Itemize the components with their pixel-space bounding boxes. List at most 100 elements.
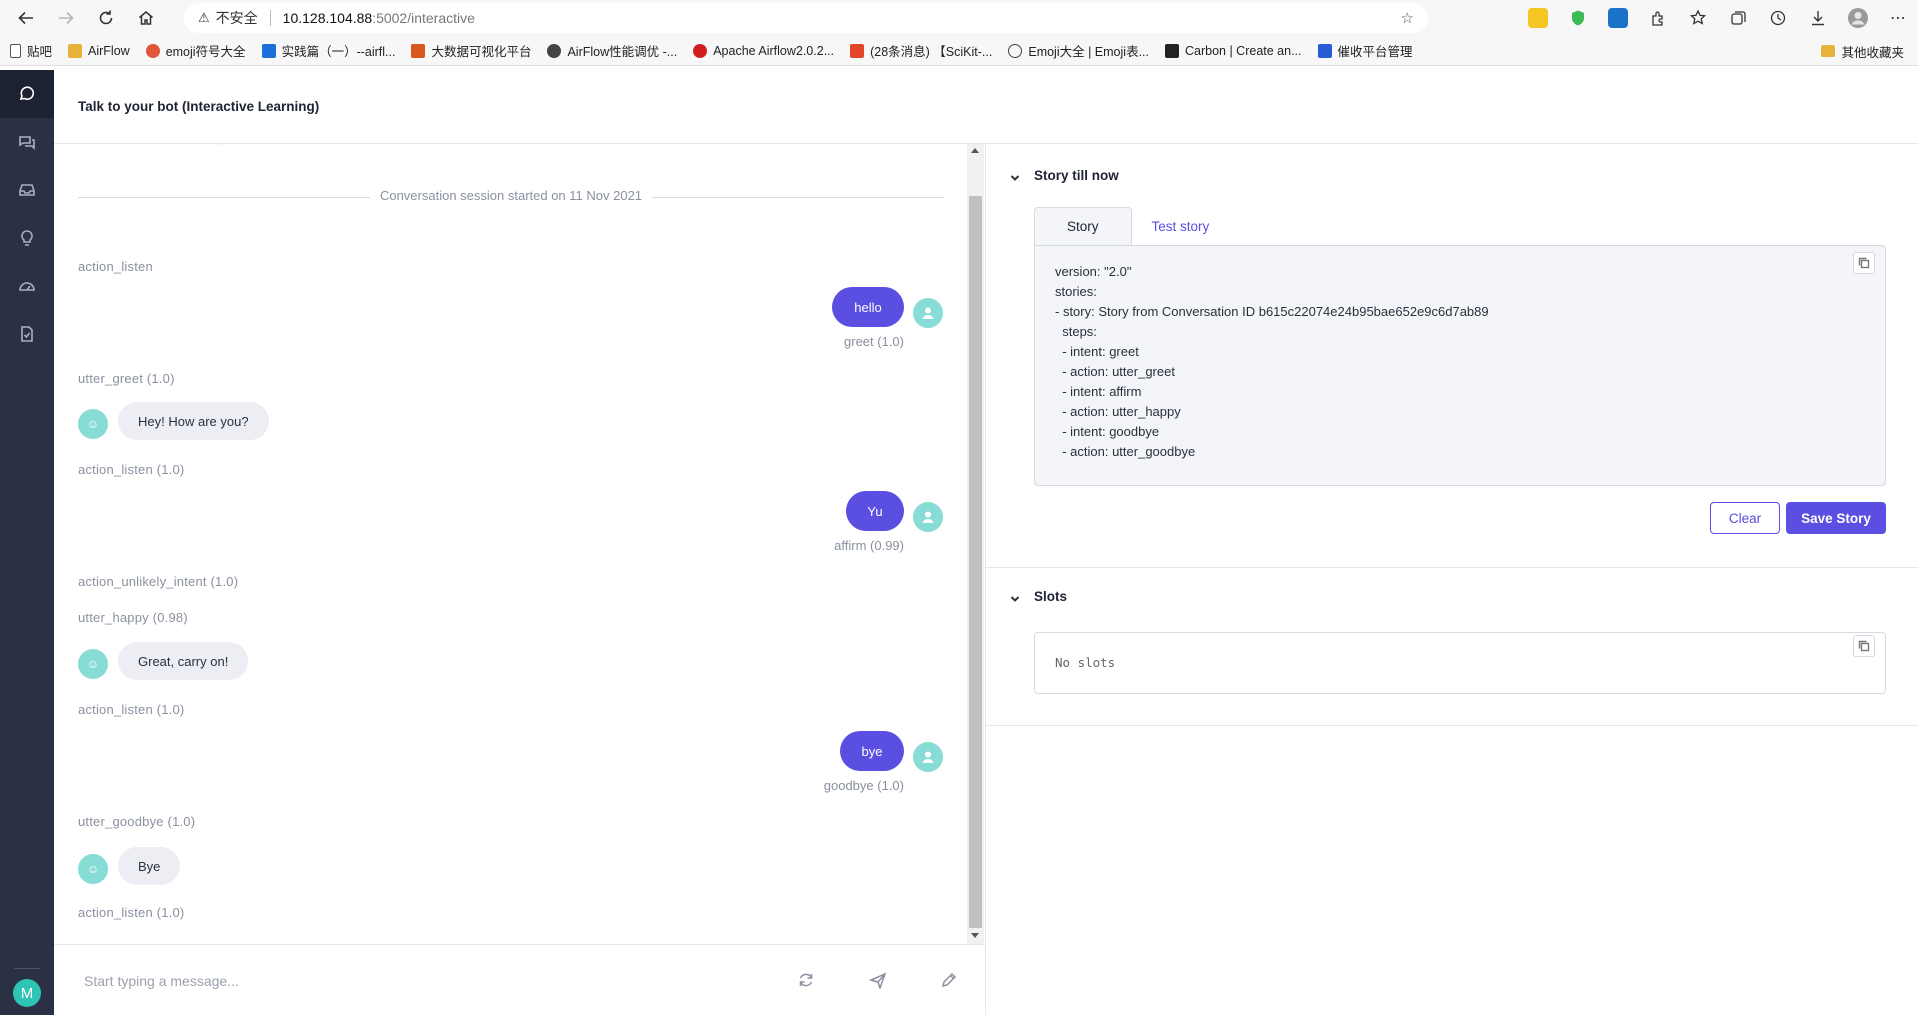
add-favorite-icon[interactable]: ☆ xyxy=(1401,9,1414,27)
copy-icon[interactable] xyxy=(1853,635,1875,657)
url-path: :5002/interactive xyxy=(372,10,475,26)
sidebar-item-tests[interactable] xyxy=(0,310,54,358)
bot-avatar-icon: ☺ xyxy=(78,854,108,884)
story-line: - story: Story from Conversation ID b615… xyxy=(1055,304,1489,319)
app-sidebar: M xyxy=(0,70,54,1015)
story-section-toggle[interactable]: Story till now xyxy=(1010,168,1119,183)
bookmark-label: AirFlow性能调优 -... xyxy=(567,45,678,59)
user-avatar-icon xyxy=(913,742,943,772)
scroll-down-icon[interactable] xyxy=(971,933,979,938)
address-separator xyxy=(269,10,271,26)
other-bookmarks-label: 其他收藏夹 xyxy=(1841,45,1904,60)
history-icon[interactable] xyxy=(1758,0,1798,36)
refresh-icon[interactable] xyxy=(86,0,126,36)
favorites-icon[interactable] xyxy=(1678,0,1718,36)
scrolled-text-fragment: · · xyxy=(214,144,225,150)
intent-label[interactable]: affirm (0.99) xyxy=(754,538,904,553)
bookmark-item[interactable]: AirFlow性能调优 -... xyxy=(547,41,677,60)
story-line: steps: xyxy=(1055,324,1097,339)
emoji-site-icon xyxy=(145,43,160,58)
slots-section-title: Slots xyxy=(1034,589,1068,604)
action-label: action_unlikely_intent (1.0) xyxy=(78,574,239,589)
bot-message: Bye xyxy=(118,847,181,885)
forward-icon[interactable] xyxy=(46,0,86,36)
address-bar[interactable]: ⚠ 不安全 10.128.104.88:5002/interactive ☆ xyxy=(184,3,1428,33)
extension-outlook-icon[interactable] xyxy=(1598,0,1638,36)
section-divider xyxy=(986,567,1918,568)
bookmark-item[interactable]: emoji符号大全 xyxy=(145,41,246,60)
bot-message: Great, carry on! xyxy=(118,642,249,680)
browser-toolbar: ⚠ 不安全 10.128.104.88:5002/interactive ☆ ⋯ xyxy=(0,0,1918,36)
scroll-up-icon[interactable] xyxy=(971,148,979,153)
slots-content: No slots xyxy=(1034,632,1886,694)
bookmark-label: (28条消息) 【SciKit-... xyxy=(870,45,993,59)
app-header: Talk to your bot (Interactive Learning) xyxy=(54,70,1918,144)
back-icon[interactable] xyxy=(6,0,46,36)
extensions-icon[interactable] xyxy=(1638,0,1678,36)
tab-story[interactable]: Story xyxy=(1034,207,1132,245)
downloads-icon[interactable] xyxy=(1798,0,1838,36)
slots-section-toggle[interactable]: Slots xyxy=(1010,589,1067,604)
home-icon[interactable] xyxy=(126,0,166,36)
message-composer xyxy=(54,944,985,1015)
story-line: - action: utter_greet xyxy=(1055,364,1175,379)
save-story-button[interactable]: Save Story xyxy=(1786,502,1886,534)
extensions-area: ⋯ xyxy=(1518,0,1918,36)
intent-label[interactable]: greet (1.0) xyxy=(754,334,904,349)
intent-label[interactable]: goodbye (1.0) xyxy=(754,778,904,793)
url-host: 10.128.104.88 xyxy=(282,10,373,26)
extension-shield-icon[interactable] xyxy=(1558,0,1598,36)
extension-yellow-icon[interactable] xyxy=(1518,0,1558,36)
action-label: utter_greet (1.0) xyxy=(78,371,175,386)
scrollbar-thumb[interactable] xyxy=(969,196,982,928)
insecure-label: 不安全 xyxy=(215,10,258,26)
sidebar-item-talk[interactable] xyxy=(0,70,54,118)
bookmark-item[interactable]: 实践篇（一）--airfl... xyxy=(261,41,395,60)
smiley-site-icon xyxy=(1008,43,1023,58)
bookmark-item[interactable]: AirFlow xyxy=(68,43,130,58)
bookmark-item[interactable]: 大数据可视化平台 xyxy=(411,41,531,60)
edit-pen-icon[interactable] xyxy=(938,969,960,991)
bookmark-label: Apache Airflow2.0.2... xyxy=(713,43,835,58)
send-icon[interactable] xyxy=(867,969,889,991)
chat-scrollbar[interactable] xyxy=(967,144,984,944)
apache-site-icon xyxy=(693,43,708,58)
copy-icon[interactable] xyxy=(1853,252,1875,274)
sidebar-item-insights[interactable] xyxy=(0,262,54,310)
chevron-down-icon xyxy=(1010,171,1020,181)
bookmark-item[interactable]: 贴吧 xyxy=(10,41,52,60)
bookmark-item[interactable]: 催收平台管理 xyxy=(1317,41,1413,60)
profile-icon[interactable] xyxy=(1838,0,1878,36)
bookmark-item[interactable]: Apache Airflow2.0.2... xyxy=(693,43,835,58)
bookmark-label: AirFlow xyxy=(88,43,130,58)
sidebar-item-conversations[interactable] xyxy=(0,118,54,166)
sidebar-item-inbox[interactable] xyxy=(0,166,54,214)
bot-avatar-icon: ☺ xyxy=(78,649,108,679)
other-bookmarks[interactable]: 其他收藏夹 xyxy=(1821,36,1904,66)
bookmark-item[interactable]: Emoji大全 | Emoji表... xyxy=(1008,41,1149,60)
admin-site-icon xyxy=(1317,43,1332,58)
user-avatar-menu[interactable]: M xyxy=(13,979,41,1007)
action-label: action_listen (1.0) xyxy=(78,462,185,477)
bookmark-item[interactable]: (28条消息) 【SciKit-... xyxy=(850,41,992,60)
story-section-title: Story till now xyxy=(1034,168,1119,183)
bookmark-label: Emoji大全 | Emoji表... xyxy=(1028,45,1149,59)
section-divider xyxy=(986,725,1918,726)
chat-bubble-icon xyxy=(19,86,35,100)
chevron-down-icon xyxy=(1010,592,1020,602)
restart-icon[interactable] xyxy=(795,969,817,991)
bookmark-item[interactable]: Carbon | Create an... xyxy=(1164,43,1302,58)
bot-avatar-icon: ☺ xyxy=(78,409,108,439)
csdn-site-icon xyxy=(850,43,865,58)
tab-test-story[interactable]: Test story xyxy=(1132,207,1230,245)
user-avatar-icon xyxy=(913,502,943,532)
user-message: Yu xyxy=(846,491,904,531)
message-input[interactable] xyxy=(84,967,784,995)
more-menu-icon[interactable]: ⋯ xyxy=(1878,0,1918,36)
bookmark-label: 贴吧 xyxy=(27,45,53,59)
action-label: action_listen (1.0) xyxy=(78,905,185,920)
bookmark-label: Carbon | Create an... xyxy=(1184,43,1302,58)
clear-button[interactable]: Clear xyxy=(1710,502,1780,534)
sidebar-item-training[interactable] xyxy=(0,214,54,262)
collections-icon[interactable] xyxy=(1718,0,1758,36)
